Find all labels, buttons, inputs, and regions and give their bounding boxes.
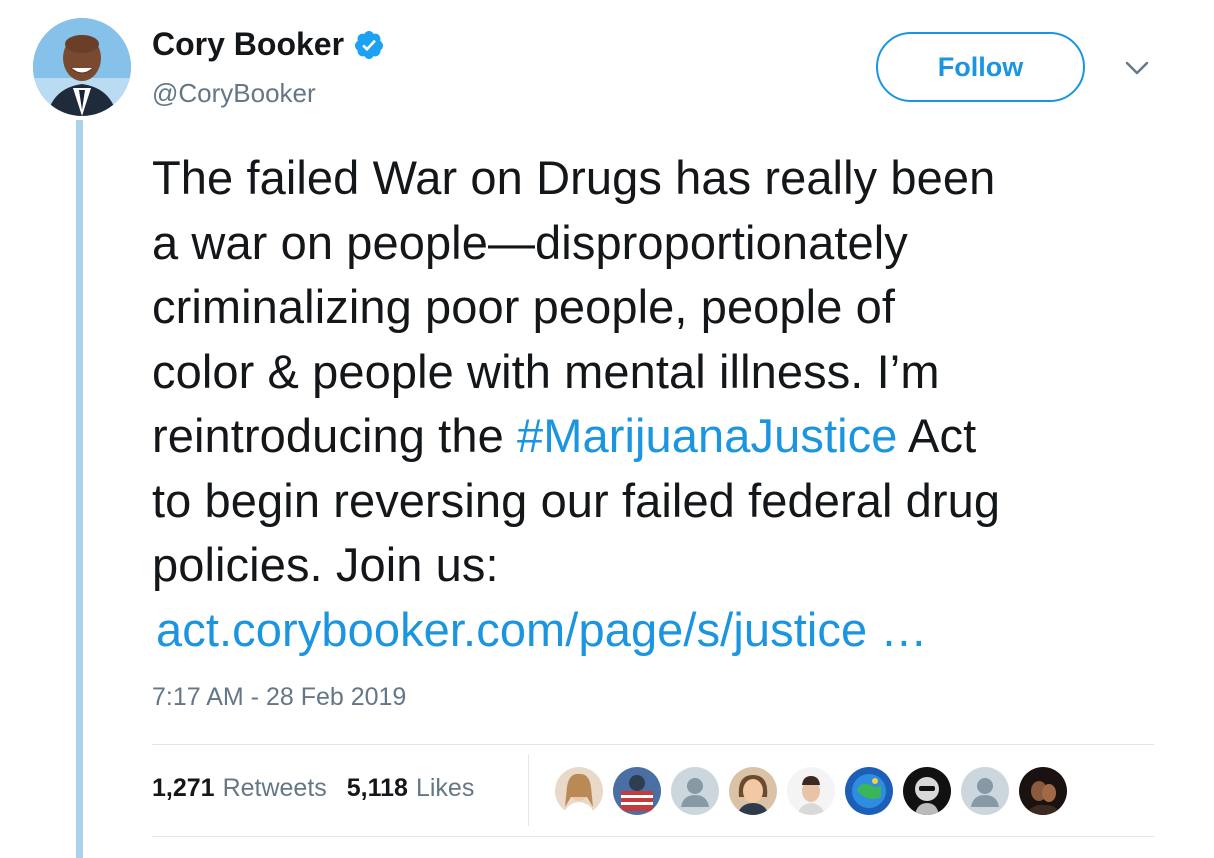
divider (152, 836, 1154, 837)
liker-avatar[interactable] (729, 767, 777, 815)
tweet-text-line: reintroducing the #MarijuanaJustice Act (152, 404, 1192, 469)
liker-avatar[interactable] (613, 767, 661, 815)
tweet-text-line: a war on people—disproportionately (152, 215, 908, 269)
tweet-text-line: policies. Join us: (152, 538, 499, 591)
liker-avatars (555, 767, 1077, 815)
tweet-text-fragment: Act (897, 409, 977, 462)
verified-badge-icon (355, 30, 384, 59)
stats-divider (528, 754, 529, 826)
retweets-stat[interactable]: 1,271 Retweets (152, 774, 327, 803)
liker-avatar[interactable] (1019, 767, 1067, 815)
liker-avatar[interactable] (787, 767, 835, 815)
author-display-name[interactable]: Cory Booker (152, 26, 344, 63)
chevron-down-icon[interactable] (1124, 58, 1150, 78)
tweet-text-line: act.corybooker.com/page/s/justice … (156, 598, 1192, 663)
liker-avatar[interactable] (555, 767, 603, 815)
follow-button[interactable]: Follow (876, 32, 1085, 102)
tweet-text: The failed War on Drugs has really been … (152, 146, 1192, 662)
divider (152, 744, 1154, 745)
likes-count: 5,118 (346, 774, 408, 802)
author-avatar[interactable] (33, 18, 131, 116)
hashtag-link[interactable]: #MarijuanaJustice (517, 409, 898, 462)
tweet-stats: 1,271 Retweets 5,118 Likes (152, 774, 474, 803)
liker-avatar[interactable] (845, 767, 893, 815)
likes-label: Likes (415, 774, 475, 802)
tweet-text-line: criminalizing poor people, people of (152, 280, 896, 333)
retweets-label: Retweets (222, 774, 327, 802)
default-avatar-icon[interactable] (961, 767, 1009, 815)
default-avatar-icon[interactable] (671, 767, 719, 815)
tweet-text-fragment: reintroducing the (152, 409, 517, 462)
tweet-text-line: The failed War on Drugs has really been (152, 151, 996, 204)
retweets-count: 1,271 (152, 774, 215, 802)
thread-connector-line (76, 120, 83, 858)
tweet-text-line: color & people with mental illness. I’m (152, 344, 940, 398)
author-handle[interactable]: @CoryBooker (152, 78, 316, 109)
author-name-row: Cory Booker (152, 26, 385, 63)
likes-stat[interactable]: 5,118 Likes (347, 774, 475, 803)
external-link[interactable]: act.corybooker.com/page/s/justice … (156, 603, 928, 656)
tweet-text-line: to begin reversing our failed federal dr… (152, 473, 1001, 527)
tweet-timestamp[interactable]: 7:17 AM - 28 Feb 2019 (152, 683, 406, 712)
liker-avatar[interactable] (903, 767, 951, 815)
